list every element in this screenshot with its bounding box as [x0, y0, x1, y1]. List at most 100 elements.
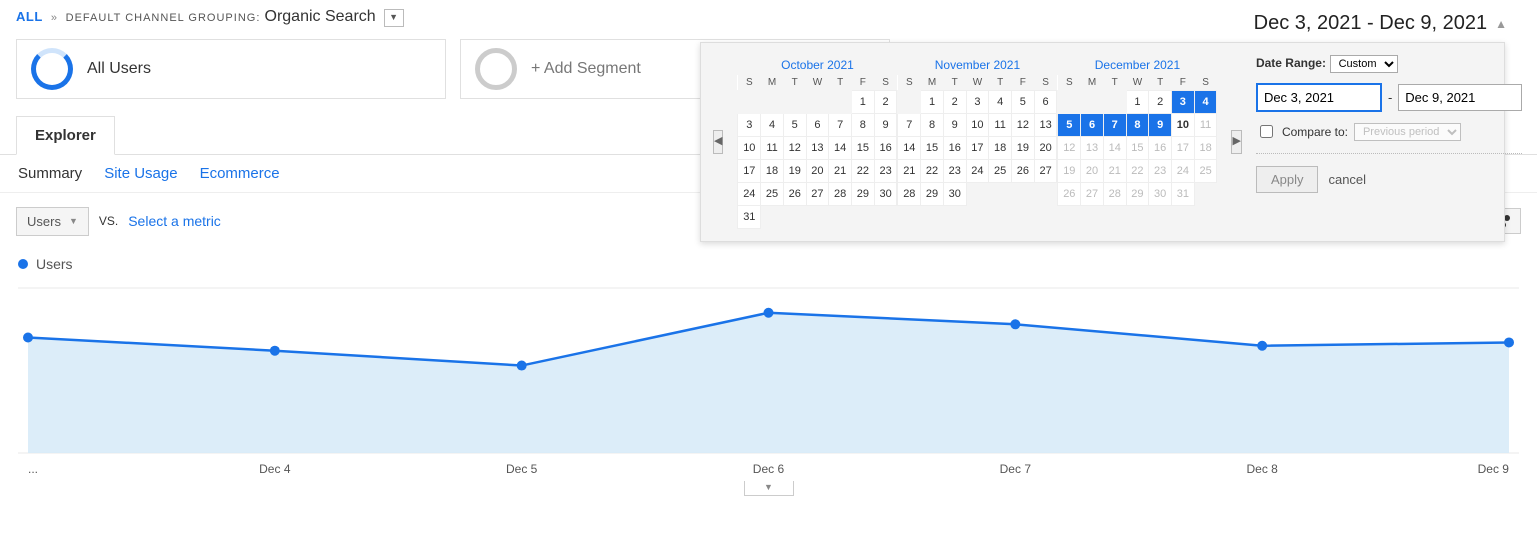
calendar-day[interactable]: 1 [921, 91, 944, 114]
calendar-day[interactable]: 14 [1103, 137, 1126, 160]
calendar-day[interactable]: 9 [1149, 114, 1172, 137]
calendar-day[interactable]: 26 [1011, 160, 1034, 183]
calendar-day[interactable]: 16 [943, 137, 966, 160]
calendar-day[interactable]: 9 [874, 114, 897, 137]
metric-selector[interactable]: Users ▼ [16, 207, 89, 236]
calendar-day[interactable]: 4 [1194, 91, 1217, 114]
calendar-day[interactable]: 17 [738, 160, 761, 183]
calendar-day[interactable]: 27 [1081, 183, 1104, 206]
calendar-day[interactable]: 25 [989, 160, 1012, 183]
calendar-day[interactable]: 14 [829, 137, 852, 160]
calendar-day[interactable]: 7 [1103, 114, 1126, 137]
calendar-day[interactable]: 14 [898, 137, 921, 160]
calendar-day[interactable]: 26 [783, 183, 806, 206]
calendar-day[interactable]: 29 [851, 183, 874, 206]
calendar-day[interactable]: 27 [806, 183, 829, 206]
calendar-day[interactable]: 8 [921, 114, 944, 137]
calendar-day[interactable]: 7 [898, 114, 921, 137]
calendar-day[interactable]: 18 [989, 137, 1012, 160]
compare-select[interactable]: Previous period [1354, 123, 1461, 141]
calendar-day[interactable]: 23 [1149, 160, 1172, 183]
calendar-day[interactable]: 10 [738, 137, 761, 160]
calendar-day[interactable]: 24 [738, 183, 761, 206]
subtab-siteusage[interactable]: Site Usage [104, 165, 177, 182]
date-range-end-input[interactable] [1398, 84, 1522, 111]
calendar-day[interactable]: 5 [1058, 114, 1081, 137]
calendar-day[interactable]: 8 [1126, 114, 1149, 137]
calendar-day[interactable]: 26 [1058, 183, 1081, 206]
calendar-day[interactable]: 23 [874, 160, 897, 183]
calendar-day[interactable]: 18 [761, 160, 784, 183]
select-metric-link[interactable]: Select a metric [128, 213, 221, 229]
calendar-day[interactable]: 1 [1126, 91, 1149, 114]
breadcrumb-dropdown[interactable]: ▼ [384, 9, 404, 27]
calendar-day[interactable]: 13 [1081, 137, 1104, 160]
calendar-day[interactable]: 28 [1103, 183, 1126, 206]
apply-button[interactable]: Apply [1256, 166, 1319, 193]
calendar-day[interactable]: 18 [1194, 137, 1217, 160]
calendar-day[interactable]: 2 [1149, 91, 1172, 114]
calendar-day[interactable]: 11 [989, 114, 1012, 137]
calendar-day[interactable]: 21 [898, 160, 921, 183]
calendar-day[interactable]: 12 [1058, 137, 1081, 160]
calendar-day[interactable]: 21 [829, 160, 852, 183]
calendar-day[interactable]: 28 [829, 183, 852, 206]
calendar-day[interactable]: 15 [921, 137, 944, 160]
calendar-day[interactable]: 27 [1034, 160, 1057, 183]
calendar-day[interactable]: 4 [989, 91, 1012, 114]
calendar-day[interactable]: 5 [783, 114, 806, 137]
calendar-day[interactable]: 30 [1149, 183, 1172, 206]
date-range-preset-select[interactable]: Custom [1330, 55, 1398, 73]
calendar-day[interactable]: 2 [943, 91, 966, 114]
calendar-day[interactable]: 17 [966, 137, 989, 160]
tab-explorer[interactable]: Explorer [16, 116, 115, 155]
calendar-day[interactable]: 21 [1103, 160, 1126, 183]
calendar-day[interactable]: 10 [1171, 114, 1194, 137]
calendar-day[interactable]: 30 [943, 183, 966, 206]
calendar-day[interactable]: 11 [1194, 114, 1217, 137]
calendar-day[interactable]: 11 [761, 137, 784, 160]
subtab-ecommerce[interactable]: Ecommerce [200, 165, 280, 182]
calendar-day[interactable]: 20 [1034, 137, 1057, 160]
calendar-day[interactable]: 2 [874, 91, 897, 114]
calendar-day[interactable]: 24 [966, 160, 989, 183]
calendar-day[interactable]: 30 [874, 183, 897, 206]
calendar-day[interactable]: 13 [806, 137, 829, 160]
calendar-day[interactable]: 16 [1149, 137, 1172, 160]
calendar-day[interactable]: 31 [1171, 183, 1194, 206]
calendar-day[interactable]: 29 [1126, 183, 1149, 206]
calendar-prev-button[interactable]: ◀ [713, 130, 723, 154]
calendar-day[interactable]: 19 [783, 160, 806, 183]
calendar-day[interactable]: 29 [921, 183, 944, 206]
calendar-day[interactable]: 4 [761, 114, 784, 137]
calendar-day[interactable]: 3 [1171, 91, 1194, 114]
calendar-day[interactable]: 12 [1011, 114, 1034, 137]
calendar-day[interactable]: 6 [806, 114, 829, 137]
subtab-summary[interactable]: Summary [18, 165, 82, 182]
cancel-link[interactable]: cancel [1328, 172, 1366, 187]
calendar-day[interactable]: 10 [966, 114, 989, 137]
calendar-day[interactable]: 31 [738, 206, 761, 229]
date-range-start-input[interactable] [1256, 83, 1382, 112]
calendar-day[interactable]: 9 [943, 114, 966, 137]
calendar-day[interactable]: 22 [921, 160, 944, 183]
calendar-next-button[interactable]: ▶ [1231, 130, 1241, 154]
calendar-day[interactable]: 3 [966, 91, 989, 114]
calendar-day[interactable]: 19 [1058, 160, 1081, 183]
calendar-day[interactable]: 22 [851, 160, 874, 183]
date-range-summary[interactable]: Dec 3, 2021 - Dec 9, 2021 ▲ [1254, 12, 1507, 35]
calendar-day[interactable]: 5 [1011, 91, 1034, 114]
calendar-day[interactable]: 13 [1034, 114, 1057, 137]
calendar-day[interactable]: 8 [851, 114, 874, 137]
calendar-day[interactable]: 22 [1126, 160, 1149, 183]
breadcrumb-all-link[interactable]: ALL [16, 9, 43, 24]
calendar-day[interactable]: 6 [1034, 91, 1057, 114]
calendar-day[interactable]: 15 [851, 137, 874, 160]
calendar-day[interactable]: 28 [898, 183, 921, 206]
calendar-day[interactable]: 1 [851, 91, 874, 114]
calendar-day[interactable]: 17 [1171, 137, 1194, 160]
calendar-day[interactable]: 3 [738, 114, 761, 137]
calendar-day[interactable]: 24 [1171, 160, 1194, 183]
calendar-day[interactable]: 6 [1081, 114, 1104, 137]
calendar-day[interactable]: 12 [783, 137, 806, 160]
